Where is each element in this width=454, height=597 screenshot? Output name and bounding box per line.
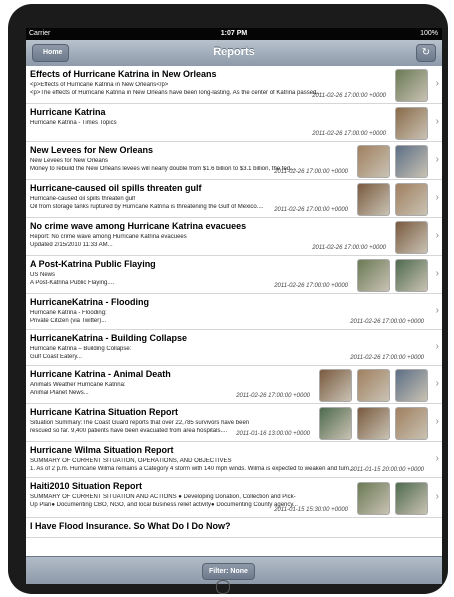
chevron-right-icon: › [435,453,439,464]
report-thumbnail [395,258,428,292]
page-title: Reports [213,46,255,58]
refresh-button[interactable]: ↻ [416,44,436,62]
report-summary-line-1: New Levees for New Orleans [30,158,109,164]
battery-indicator: 100% [420,30,438,37]
report-row[interactable]: Hurricane Katrina Hurricane Katrina - Tim… [26,104,442,142]
report-row[interactable]: New Levees for New Orleans New Levees for… [26,142,442,180]
report-row[interactable]: No crime wave among Hurricane Katrina ev… [26,218,442,256]
chevron-right-icon: › [435,192,439,203]
report-title: A Post-Katrina Public Flaying [30,259,156,269]
report-date: 2011-01-15 15:30:00 +0000 [274,507,348,513]
device-home-button[interactable] [216,580,230,594]
report-row[interactable]: A Post-Katrina Public Flaying US News A Po… [26,256,442,294]
report-date: 2011-02-26 17:00:00 +0000 [312,245,386,251]
report-title: Hurricane Katrina [30,107,106,117]
report-thumbnail [319,406,352,440]
report-row[interactable]: Hurricane-caused oil spills threaten gul… [26,180,442,218]
report-title: Hurricane-caused oil spills threaten gul… [30,183,202,193]
report-date: 2011-01-15 20:00:00 +0000 [350,467,424,473]
report-title: New Levees for New Orleans [30,145,154,155]
report-row[interactable]: Haiti2010 Situation Report SUMMARY OF CUR… [26,478,442,518]
screen: Carrier 1:07 PM 100% Home Reports ↻ Effe… [26,28,442,584]
refresh-icon: ↻ [421,47,431,58]
navigation-bar: Home Reports ↻ [26,40,442,67]
chevron-right-icon: › [435,491,439,502]
report-date: 2011-02-26 17:00:00 +0000 [274,207,348,213]
status-time: 1:07 PM [220,30,248,37]
report-thumbnail [395,220,428,254]
report-thumbnail [357,182,390,216]
chevron-right-icon: › [435,268,439,279]
report-title: HurricaneKatrina - Building Collapse [30,333,188,343]
report-title: HurricaneKatrina - Flooding [30,297,150,307]
report-summary-line-1: Report: No crime wave among Hurricane Ka… [30,234,187,240]
report-summary-line-1: <p>Effects of Hurricane Katrina in New O… [30,82,169,88]
report-row[interactable]: I Have Flood Insurance. So What Do I Do … [26,518,442,538]
report-thumbnail [395,68,428,102]
report-thumbnail [357,406,390,440]
report-thumbnail [357,481,390,515]
report-summary-line-1: Animals Weather Hurricane Katrina: [30,382,126,388]
report-thumbnail [357,258,390,292]
chevron-right-icon: › [435,416,439,427]
report-date: 2011-02-26 17:00:00 +0000 [236,393,310,399]
report-summary-line-1: US News [30,272,56,278]
report-title: I Have Flood Insurance. So What Do I Do … [30,521,231,531]
report-summary-line-1: Hurricane Katrina – Building Collapse: [30,346,132,352]
report-summary-line-1: Hurricane Katrina - Times Topics [30,120,117,126]
report-title: Effects of Hurricane Katrina in New Orle… [30,69,217,79]
chevron-right-icon: › [435,78,439,89]
report-row[interactable]: Hurricane Katrina Situation Report Situat… [26,404,442,442]
report-title: Hurricane Katrina - Animal Death [30,369,171,379]
chevron-right-icon: › [435,378,439,389]
report-summary-line-1: SUMMARY OF CURRENT SITUATION AND ACTIONS… [30,494,296,500]
chevron-right-icon: › [435,305,439,316]
bottom-toolbar: Filter: None [26,556,442,584]
report-row[interactable]: Hurricane Wilma Situation Report SUMMARY … [26,442,442,478]
report-summary-line-1: Hurricane-caused oil spills threaten gul… [30,196,136,202]
chevron-right-icon: › [435,341,439,352]
chevron-right-icon: › [435,116,439,127]
report-title: Hurricane Katrina Situation Report [30,407,179,417]
report-title: Haiti2010 Situation Report [30,481,143,491]
report-thumbnail [395,182,428,216]
reports-list[interactable]: Effects of Hurricane Katrina in New Orle… [26,66,442,556]
report-thumbnail [395,368,428,402]
report-row[interactable]: Hurricane Katrina - Animal Death Animals … [26,366,442,404]
chevron-right-icon: › [435,230,439,241]
report-thumbnail [395,106,428,140]
report-date: 2011-02-26 17:00:00 +0000 [312,131,386,137]
report-thumbnail [319,368,352,402]
report-summary-line-1: SUMMARY OF CURRENT SITUATION, OPERATIONS… [30,458,232,464]
report-title: No crime wave among Hurricane Katrina ev… [30,221,247,231]
report-thumbnail [395,406,428,440]
report-date: 2011-02-26 17:00:00 +0000 [274,169,348,175]
status-bar: Carrier 1:07 PM 100% [26,28,442,40]
report-title: Hurricane Wilma Situation Report [30,445,174,455]
report-thumbnail [357,368,390,402]
report-row[interactable]: HurricaneKatrina - Building Collapse Hurr… [26,330,442,366]
report-date: 2011-02-26 17:00:00 +0000 [350,319,424,325]
report-summary-line-1: Situation Summary:The Coast Guard report… [30,420,250,426]
report-thumbnail [395,144,428,178]
filter-button[interactable]: Filter: None [202,563,255,580]
report-row[interactable]: Effects of Hurricane Katrina in New Orle… [26,66,442,104]
report-row[interactable]: HurricaneKatrina - Flooding Hurricane Kat… [26,294,442,330]
chevron-right-icon: › [435,154,439,165]
report-date: 2011-02-26 17:00:00 +0000 [350,355,424,361]
report-date: 2011-01-16 13:00:00 +0000 [236,431,310,437]
report-date: 2011-02-26 17:00:00 +0000 [274,283,348,289]
report-date: 2011-02-26 17:00:00 +0000 [312,93,386,99]
report-thumbnail [395,481,428,515]
report-summary-line-1: Hurricane Katrina - Flooding: [30,310,107,316]
report-thumbnail [357,144,390,178]
